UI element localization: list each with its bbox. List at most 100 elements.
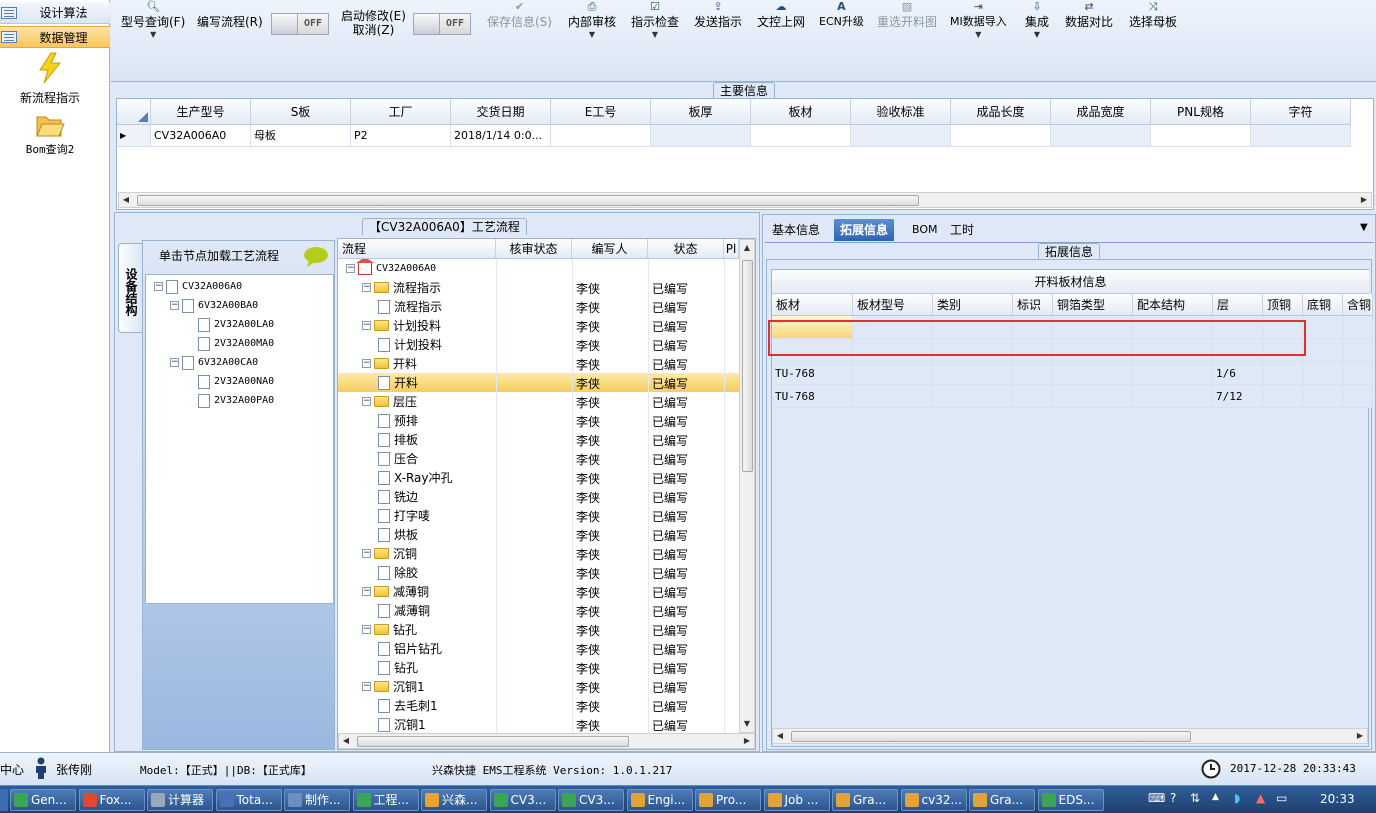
scroll-right-icon[interactable]: ▶ — [1353, 729, 1367, 743]
flow-tree-node[interactable]: 铝片钻孔 — [378, 639, 442, 658]
grid-cell[interactable] — [1303, 316, 1343, 339]
grid-cell[interactable] — [1051, 125, 1151, 147]
internal-review-button[interactable]: ⎙ 内部审核 ▼ — [568, 0, 616, 40]
flow-tree-node[interactable]: − 计划投料 — [362, 316, 441, 335]
collapse-toggle-icon[interactable]: − — [362, 397, 371, 406]
grid-cell[interactable] — [851, 125, 951, 147]
flow-tree-node[interactable]: 开料 — [378, 373, 418, 392]
column-header[interactable]: 板材 — [772, 294, 853, 316]
grid-cell[interactable] — [1343, 339, 1373, 362]
grid-cell[interactable] — [1303, 362, 1343, 385]
scrollbar-thumb[interactable] — [357, 736, 629, 747]
flow-row[interactable]: 开料 李侠 已编写 — [338, 373, 739, 392]
ecn-upgrade-button[interactable]: A ECN升级 — [819, 0, 864, 30]
flow-tree-node[interactable]: 流程指示 — [378, 297, 442, 316]
flow-tree-node[interactable]: 烘板 — [378, 525, 418, 544]
dropdown-arrow-icon[interactable]: ▼ — [1360, 222, 1368, 233]
column-header[interactable]: 字符 — [1251, 99, 1351, 125]
taskbar-button[interactable]: Tota... — [215, 789, 282, 811]
column-header[interactable]: 底铜 — [1303, 294, 1343, 316]
column-header[interactable]: 状态 — [648, 239, 724, 259]
grid-cell[interactable] — [1151, 125, 1251, 147]
column-header[interactable]: 交货日期 — [451, 99, 551, 125]
flow-tree-node[interactable]: − 钻孔 — [362, 620, 417, 639]
flow-vertical-scrollbar[interactable]: ▲ ▼ — [739, 239, 755, 733]
flow-row[interactable]: − 减薄铜 李侠 已编写 — [338, 582, 739, 601]
save-info-button[interactable]: ✔ 保存信息(S) — [487, 0, 552, 30]
flow-tree-node[interactable]: − 流程指示 — [362, 278, 441, 297]
grid-cell[interactable] — [551, 125, 651, 147]
tree-node[interactable]: − 6V32A00CA0 — [170, 353, 258, 372]
grid-cell[interactable]: TU-768 — [772, 362, 853, 385]
flow-row[interactable]: 排板 李侠 已编写 — [338, 430, 739, 449]
grid-cell[interactable] — [1343, 385, 1373, 408]
send-instruction-button[interactable]: ⇪ 发送指示 — [694, 0, 742, 30]
grid-cell[interactable]: TU-768 — [772, 385, 853, 408]
taskbar-button[interactable]: CV3... — [489, 789, 556, 811]
flow-tree-node[interactable]: 打字唛 — [378, 506, 430, 525]
collapse-toggle-icon[interactable]: − — [170, 358, 179, 367]
grid-cell[interactable]: P2 — [351, 125, 451, 147]
taskbar-button[interactable]: 制作... — [284, 789, 350, 811]
column-header[interactable]: Pl — [724, 239, 739, 259]
flow-row[interactable]: − 钻孔 李侠 已编写 — [338, 620, 739, 639]
cutting-board-horizontal-scrollbar[interactable]: ◀ ▶ — [772, 728, 1368, 744]
taskbar-button[interactable]: 兴森... — [421, 789, 487, 811]
new-flow-instruction-button[interactable]: 新流程指示 — [10, 52, 90, 106]
write-flow-button[interactable]: 编写流程(R) — [197, 14, 263, 30]
taskbar-button[interactable]: Gra... — [832, 789, 898, 811]
collapse-toggle-icon[interactable]: − — [154, 282, 163, 291]
start-modify-button[interactable]: 启动修改(E) 取消(Z) — [341, 9, 406, 37]
grid-cell[interactable] — [1343, 316, 1373, 339]
flow-row[interactable]: 流程指示 李侠 已编写 — [338, 297, 739, 316]
scroll-up-icon[interactable]: ▲ — [740, 241, 754, 255]
flow-tree-node[interactable]: 沉铜1 — [378, 715, 426, 733]
flow-row[interactable]: 铝片钻孔 李侠 已编写 — [338, 639, 739, 658]
taskbar-button[interactable]: 计算器 — [147, 789, 213, 811]
tab-bom[interactable]: BOM — [906, 219, 944, 241]
flow-tree-node[interactable]: X-Ray冲孔 — [378, 468, 452, 487]
grid-cell[interactable] — [1013, 385, 1053, 408]
app-tray-icon[interactable]: ◗ — [1234, 791, 1240, 805]
instruction-check-button[interactable]: ☑ 指示检查 ▼ — [631, 0, 679, 40]
column-header[interactable]: 顶铜 — [1263, 294, 1303, 316]
grid-cell[interactable] — [1053, 362, 1133, 385]
collapse-toggle-icon[interactable]: − — [362, 682, 371, 691]
collapse-toggle-icon[interactable]: − — [362, 321, 371, 330]
collapse-toggle-icon[interactable]: − — [362, 283, 371, 292]
monitor-icon[interactable]: ▭ — [1276, 791, 1287, 805]
column-header[interactable]: 配本结构 — [1133, 294, 1213, 316]
collapse-toggle-icon[interactable]: − — [362, 625, 371, 634]
bom-query-button[interactable]: Bom查询2 — [10, 112, 90, 157]
tree-node[interactable]: 2V32A00PA0 — [186, 391, 274, 410]
scrollbar-thumb[interactable] — [137, 195, 919, 206]
taskbar-button[interactable]: Engi... — [626, 789, 693, 811]
collapse-toggle-icon[interactable]: − — [170, 301, 179, 310]
flow-tree-node[interactable]: 压合 — [378, 449, 418, 468]
column-header[interactable]: 标识 — [1013, 294, 1053, 316]
taskbar-button[interactable]: Gen... — [10, 789, 76, 811]
taskbar-button[interactable]: CV3... — [558, 789, 624, 811]
grid-cell[interactable] — [1303, 339, 1343, 362]
scrollbar-thumb[interactable] — [791, 731, 1191, 742]
flow-row[interactable]: − 层压 李侠 已编写 — [338, 392, 739, 411]
tab-work-hours[interactable]: 工时 — [944, 219, 980, 241]
structure-side-tab[interactable]: 设备结构 — [118, 243, 142, 333]
grid-cell[interactable] — [853, 362, 933, 385]
column-header[interactable]: 生产型号 — [151, 99, 251, 125]
write-flow-toggle[interactable]: OFF — [271, 13, 329, 35]
taskbar-button[interactable]: Job ... — [763, 789, 830, 811]
select-mother-board-button[interactable]: ⤨ 选择母板 — [1129, 0, 1177, 30]
flow-row[interactable]: 铣边 李侠 已编写 — [338, 487, 739, 506]
column-header[interactable]: 成品长度 — [951, 99, 1051, 125]
column-header[interactable]: 铜箔类型 — [1053, 294, 1133, 316]
flow-tree-node[interactable]: − 减薄铜 — [362, 582, 429, 601]
taskbar-button[interactable]: Gra... — [969, 789, 1035, 811]
grid-cell[interactable] — [1303, 385, 1343, 408]
column-header[interactable]: 板厚 — [651, 99, 751, 125]
tree-node[interactable]: − CV32A006A0 — [154, 277, 242, 296]
scrollbar-thumb[interactable] — [742, 260, 753, 472]
scroll-left-icon[interactable]: ◀ — [339, 734, 353, 748]
grid-cell[interactable] — [1343, 362, 1373, 385]
flow-row[interactable]: − 开料 李侠 已编写 — [338, 354, 739, 373]
